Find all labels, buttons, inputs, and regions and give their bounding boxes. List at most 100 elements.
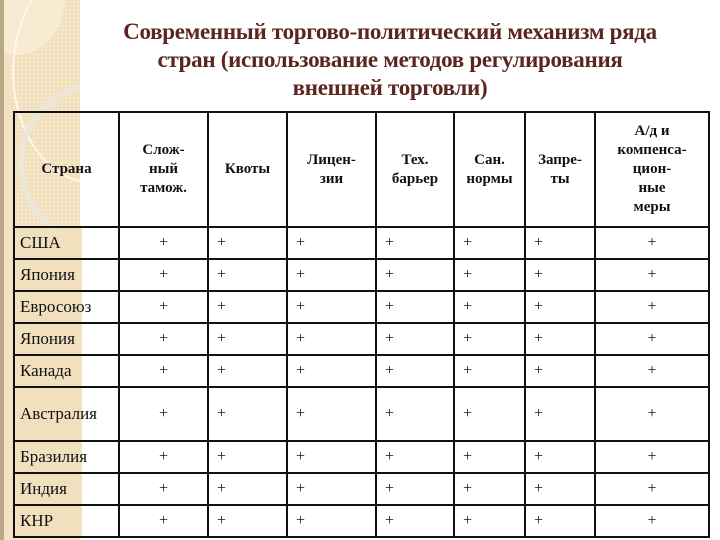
mark-cell: + — [594, 258, 710, 292]
table-row: Австралия + + + + + + + — [13, 386, 710, 442]
mark-cell: + — [286, 226, 377, 260]
mark-cell: + — [118, 258, 209, 292]
mark-cell: + — [524, 354, 596, 388]
mark-cell: + — [207, 258, 288, 292]
mark-cell: + — [453, 504, 526, 538]
country-cell: Япония — [13, 258, 120, 292]
table-row: Канада + + + + + + + — [13, 354, 710, 388]
mark-cell: + — [286, 504, 377, 538]
table-row: КНР + + + + + + + — [13, 504, 710, 538]
mark-cell: + — [375, 290, 455, 324]
mark-cell: + — [453, 354, 526, 388]
mark-cell: + — [207, 290, 288, 324]
mark-cell: + — [594, 354, 710, 388]
slide-title: Современный торгово-политический механиз… — [60, 18, 720, 102]
column-header-antidumping-measures: А/д и компенса- цион- ные меры — [594, 111, 710, 228]
mark-cell: + — [375, 472, 455, 506]
mark-cell: + — [594, 440, 710, 474]
mark-cell: + — [286, 258, 377, 292]
mark-cell: + — [453, 258, 526, 292]
country-cell: Евросоюз — [13, 290, 120, 324]
mark-cell: + — [286, 322, 377, 356]
mark-cell: + — [286, 290, 377, 324]
mark-cell: + — [118, 440, 209, 474]
mark-cell: + — [375, 504, 455, 538]
mark-cell: + — [524, 226, 596, 260]
mark-cell: + — [118, 226, 209, 260]
header-text: Сан. нормы — [466, 151, 513, 187]
mark-cell: + — [118, 386, 209, 442]
mark-cell: + — [594, 290, 710, 324]
mark-cell: + — [118, 322, 209, 356]
slide-title-line: Современный торгово-политический механиз… — [123, 19, 657, 44]
mark-cell: + — [594, 504, 710, 538]
mark-cell: + — [375, 322, 455, 356]
mark-cell: + — [594, 226, 710, 260]
country-cell: США — [13, 226, 120, 260]
mark-cell: + — [207, 354, 288, 388]
mark-cell: + — [207, 322, 288, 356]
mark-cell: + — [453, 322, 526, 356]
country-cell: Австралия — [13, 386, 120, 442]
header-text: Лицен- зии — [307, 151, 356, 187]
mark-cell: + — [286, 440, 377, 474]
mark-cell: + — [375, 354, 455, 388]
table-row: Япония + + + + + + + — [13, 322, 710, 356]
mark-cell: + — [207, 226, 288, 260]
mark-cell: + — [594, 322, 710, 356]
table-row: Бразилия + + + + + + + — [13, 440, 710, 474]
column-header-tech-barrier: Тех. барьер — [375, 111, 455, 228]
header-text: Запре- ты — [538, 151, 582, 187]
mark-cell: + — [286, 386, 377, 442]
mark-cell: + — [524, 322, 596, 356]
slide-title-line: стран (использование методов регулирован… — [157, 47, 623, 72]
mark-cell: + — [286, 354, 377, 388]
country-cell: Канада — [13, 354, 120, 388]
mark-cell: + — [375, 258, 455, 292]
mark-cell: + — [453, 226, 526, 260]
mark-cell: + — [118, 504, 209, 538]
mark-cell: + — [524, 290, 596, 324]
mark-cell: + — [375, 226, 455, 260]
mark-cell: + — [375, 440, 455, 474]
column-header-sanitary-norms: Сан. нормы — [453, 111, 526, 228]
mark-cell: + — [207, 440, 288, 474]
country-cell: Индия — [13, 472, 120, 506]
mark-cell: + — [594, 386, 710, 442]
mark-cell: + — [524, 386, 596, 442]
header-text: Тех. барьер — [391, 151, 439, 187]
table-header-row: Страна Слож- ный тамож. Квоты Лицен- зии… — [13, 111, 710, 228]
mark-cell: + — [524, 258, 596, 292]
column-header-complex-customs: Слож- ный тамож. — [118, 111, 209, 228]
mark-cell: + — [453, 290, 526, 324]
mark-cell: + — [524, 504, 596, 538]
mark-cell: + — [453, 440, 526, 474]
header-text: Слож- ный тамож. — [140, 142, 187, 196]
country-cell: Япония — [13, 322, 120, 356]
mark-cell: + — [453, 472, 526, 506]
mark-cell: + — [207, 472, 288, 506]
table-row: Евросоюз + + + + + + + — [13, 290, 710, 324]
mark-cell: + — [594, 472, 710, 506]
mark-cell: + — [207, 504, 288, 538]
mark-cell: + — [118, 472, 209, 506]
mark-cell: + — [524, 440, 596, 474]
slide-title-line: внешней торговли) — [292, 75, 488, 100]
mark-cell: + — [453, 386, 526, 442]
mark-cell: + — [286, 472, 377, 506]
column-header-licenses: Лицен- зии — [286, 111, 377, 228]
country-cell: КНР — [13, 504, 120, 538]
mark-cell: + — [524, 472, 596, 506]
header-text: А/д и компенса- цион- ные меры — [617, 123, 687, 215]
header-text: Квоты — [224, 161, 271, 177]
trade-policy-table: Страна Слож- ный тамож. Квоты Лицен- зии… — [13, 111, 710, 538]
mark-cell: + — [207, 386, 288, 442]
mark-cell: + — [375, 386, 455, 442]
decorative-edge-strip — [0, 0, 4, 540]
column-header-bans: Запре- ты — [524, 111, 596, 228]
mark-cell: + — [118, 354, 209, 388]
table-row: Япония + + + + + + + — [13, 258, 710, 292]
table-row: США + + + + + + + — [13, 226, 710, 260]
column-header-quotas: Квоты — [207, 111, 288, 228]
table-row: Индия + + + + + + + — [13, 472, 710, 506]
